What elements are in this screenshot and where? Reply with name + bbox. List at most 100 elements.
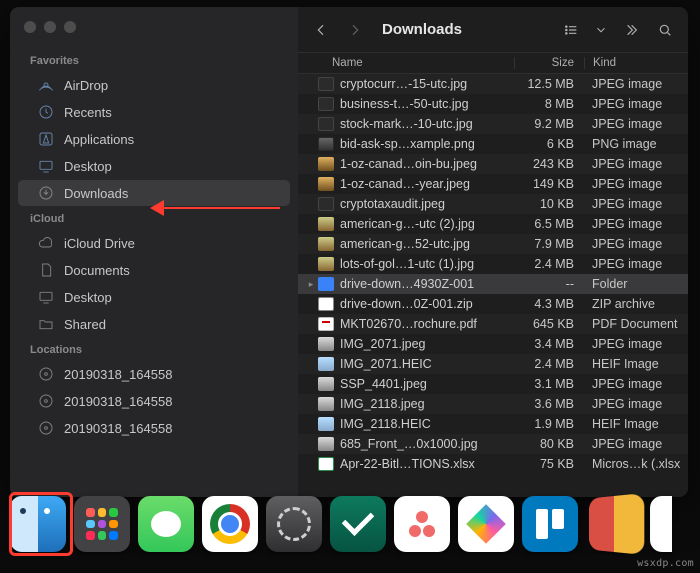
file-icon: [318, 97, 334, 111]
file-row[interactable]: IMG_2071.jpeg3.4 MBJPEG image: [298, 334, 688, 354]
file-size: 10 KB: [514, 197, 584, 211]
search-button[interactable]: [654, 19, 676, 41]
file-kind: HEIF Image: [584, 357, 688, 371]
disclosure-icon[interactable]: ▸: [304, 279, 318, 290]
dock-chrome[interactable]: [202, 496, 258, 552]
file-icon: [318, 357, 334, 371]
dock-app-check[interactable]: [330, 496, 386, 552]
file-kind: JPEG image: [584, 257, 688, 271]
file-name: american-g…-utc (2).jpg: [340, 217, 514, 231]
file-kind: PDF Document: [584, 317, 688, 331]
file-size: 3.1 MB: [514, 377, 584, 391]
file-icon: [318, 457, 334, 471]
dock-messages[interactable]: [138, 496, 194, 552]
file-row[interactable]: IMG_2071.HEIC2.4 MBHEIF Image: [298, 354, 688, 374]
file-name: IMG_2071.jpeg: [340, 337, 514, 351]
file-row[interactable]: SSP_4401.jpeg3.1 MBJPEG image: [298, 374, 688, 394]
sidebar-item-applications[interactable]: Applications: [18, 126, 290, 152]
file-kind: JPEG image: [584, 377, 688, 391]
file-icon: [318, 257, 334, 271]
section-favorites-label: Favorites: [10, 49, 298, 71]
file-row[interactable]: american-g…-utc (2).jpg6.5 MBJPEG image: [298, 214, 688, 234]
file-name: Apr-22-Bitl…TIONS.xlsx: [340, 457, 514, 471]
document-icon: [38, 262, 54, 278]
column-kind[interactable]: Kind: [584, 57, 688, 69]
file-list[interactable]: cryptocurr…-15-utc.jpg12.5 MBJPEG imageb…: [298, 74, 688, 497]
file-name: stock-mark…-10-utc.jpg: [340, 117, 514, 131]
file-icon: [318, 157, 334, 171]
view-chevron-icon[interactable]: [594, 19, 608, 41]
zoom-button[interactable]: [64, 21, 76, 33]
file-size: 149 KB: [514, 177, 584, 191]
sidebar-item-label: Desktop: [64, 290, 112, 305]
file-row[interactable]: lots-of-gol…1-utc (1).jpg2.4 MBJPEG imag…: [298, 254, 688, 274]
file-name: drive-down…4930Z-001: [340, 277, 514, 291]
dock-trello[interactable]: [522, 496, 578, 552]
sidebar-item-shared[interactable]: Shared: [18, 311, 290, 337]
desktop-icon: [38, 158, 54, 174]
more-button[interactable]: [620, 19, 642, 41]
file-icon: [318, 197, 334, 211]
sidebar-item-downloads[interactable]: Downloads: [18, 180, 290, 206]
back-button[interactable]: [310, 19, 332, 41]
file-size: 1.9 MB: [514, 417, 584, 431]
file-row[interactable]: ▸drive-down…4930Z-001--Folder: [298, 274, 688, 294]
file-kind: JPEG image: [584, 117, 688, 131]
file-row[interactable]: IMG_2118.HEIC1.9 MBHEIF Image: [298, 414, 688, 434]
file-row[interactable]: cryptotaxaudit.jpeg10 KBJPEG image: [298, 194, 688, 214]
sidebar-item-label: iCloud Drive: [64, 236, 135, 251]
file-row[interactable]: Apr-22-Bitl…TIONS.xlsx75 KBMicros…k (.xl…: [298, 454, 688, 474]
forward-button[interactable]: [344, 19, 366, 41]
close-button[interactable]: [24, 21, 36, 33]
sidebar-item-location[interactable]: 20190318_164558: [18, 415, 290, 441]
sidebar-item-label: 20190318_164558: [64, 394, 172, 409]
sidebar-item-location[interactable]: 20190318_164558: [18, 388, 290, 414]
file-size: 8 MB: [514, 97, 584, 111]
applications-icon: [38, 131, 54, 147]
sidebar-item-documents[interactable]: Documents: [18, 257, 290, 283]
file-row[interactable]: stock-mark…-10-utc.jpg9.2 MBJPEG image: [298, 114, 688, 134]
dock-asana[interactable]: [394, 496, 450, 552]
file-size: 6.5 MB: [514, 217, 584, 231]
sidebar-item-label: Desktop: [64, 159, 112, 174]
column-header[interactable]: Name Size Kind: [298, 53, 688, 74]
file-row[interactable]: cryptocurr…-15-utc.jpg12.5 MBJPEG image: [298, 74, 688, 94]
dock-clickup[interactable]: [458, 496, 514, 552]
minimize-button[interactable]: [44, 21, 56, 33]
file-row[interactable]: IMG_2118.jpeg3.6 MBJPEG image: [298, 394, 688, 414]
file-row[interactable]: 1-oz-canad…oin-bu.jpeg243 KBJPEG image: [298, 154, 688, 174]
file-row[interactable]: american-g…52-utc.jpg7.9 MBJPEG image: [298, 234, 688, 254]
sidebar-item-label: Documents: [64, 263, 130, 278]
file-row[interactable]: drive-down…0Z-001.zip4.3 MBZIP archive: [298, 294, 688, 314]
sidebar-item-desktop[interactable]: Desktop: [18, 153, 290, 179]
file-name: 1-oz-canad…-year.jpeg: [340, 177, 514, 191]
sidebar-item-location[interactable]: 20190318_164558: [18, 361, 290, 387]
dock-settings[interactable]: [266, 496, 322, 552]
dock-finder[interactable]: [10, 496, 66, 552]
file-size: 3.4 MB: [514, 337, 584, 351]
sidebar-item-airdrop[interactable]: AirDrop: [18, 72, 290, 98]
finder-window: Favorites AirDrop Recents Applications D…: [10, 7, 688, 497]
file-kind: HEIF Image: [584, 417, 688, 431]
sidebar: Favorites AirDrop Recents Applications D…: [10, 7, 298, 497]
file-row[interactable]: business-t…-50-utc.jpg8 MBJPEG image: [298, 94, 688, 114]
column-name[interactable]: Name: [320, 57, 514, 69]
file-name: IMG_2071.HEIC: [340, 357, 514, 371]
file-row[interactable]: bid-ask-sp…xample.png6 KBPNG image: [298, 134, 688, 154]
sidebar-item-icloud-drive[interactable]: iCloud Drive: [18, 230, 290, 256]
file-kind: JPEG image: [584, 177, 688, 191]
sidebar-item-label: Downloads: [64, 186, 128, 201]
window-controls[interactable]: [10, 15, 298, 49]
dock-launchpad[interactable]: [74, 496, 130, 552]
column-size[interactable]: Size: [514, 57, 584, 69]
dock-box-app[interactable]: [589, 493, 644, 555]
file-row[interactable]: 1-oz-canad…-year.jpeg149 KBJPEG image: [298, 174, 688, 194]
sidebar-item-recents[interactable]: Recents: [18, 99, 290, 125]
file-kind: PNG image: [584, 137, 688, 151]
file-row[interactable]: 685_Front_…0x1000.jpg80 KBJPEG image: [298, 434, 688, 454]
view-list-button[interactable]: [560, 19, 582, 41]
sidebar-item-icloud-desktop[interactable]: Desktop: [18, 284, 290, 310]
dock-app-partial[interactable]: [650, 496, 672, 552]
file-size: 75 KB: [514, 457, 584, 471]
file-row[interactable]: MKT02670…rochure.pdf645 KBPDF Document: [298, 314, 688, 334]
